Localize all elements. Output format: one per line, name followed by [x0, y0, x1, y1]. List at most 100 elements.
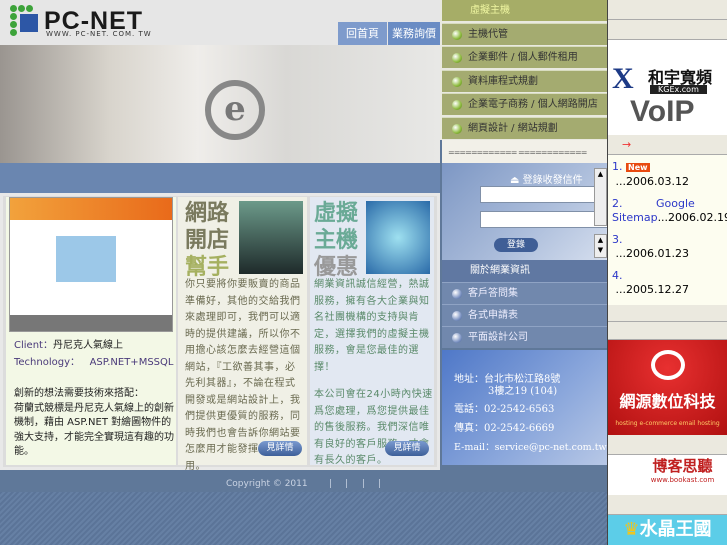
news-number: 3. — [612, 233, 623, 246]
bullet-icon — [452, 124, 462, 134]
tech-line: Technology： ASP.NET+MSSQL — [14, 353, 173, 368]
bookast-url: www.bookast.com — [650, 476, 715, 484]
title-line: 主機 — [314, 227, 359, 253]
x-logo-icon: X — [612, 62, 634, 95]
login-title: ⏏ 登錄收發信件 — [510, 175, 583, 186]
new-badge: New — [626, 163, 650, 172]
footer-separator: | — [378, 479, 382, 489]
address-line2: 3樓之19 (104) — [488, 386, 558, 397]
promo-hosting-photo — [366, 201, 430, 274]
password-input[interactable] — [480, 211, 610, 228]
menu-item-webdesign[interactable]: 網頁設計 / 網站規劃 — [442, 117, 607, 139]
footer-separator: | — [329, 479, 333, 489]
promo-shop-photo — [239, 201, 303, 274]
scroll-down-icon[interactable]: ▼ — [595, 245, 606, 255]
voip-url: KGEx.com — [650, 85, 707, 94]
about-item-forms[interactable]: 各式申請表 — [442, 304, 607, 326]
login-button[interactable]: 登錄 — [494, 238, 538, 252]
bullet-icon — [452, 30, 462, 40]
client-screenshot[interactable] — [9, 197, 173, 332]
about-item-design[interactable]: 平面設計公司 — [442, 326, 607, 348]
menu-item-ecommerce[interactable]: 企業電子商務 / 個人網路開店 — [442, 93, 607, 115]
news-number: 4. — [612, 269, 623, 282]
client-line: Client：丹尼克人氣線上 — [14, 336, 123, 351]
news-item[interactable]: 2. Google Sitemap...2006.02.19 — [612, 197, 727, 225]
copyright: Copyright © 2011 — [226, 479, 308, 489]
scrollbar-small[interactable]: ▲ ▼ — [594, 234, 607, 258]
hosting-details-button[interactable]: 見詳情 — [385, 441, 429, 456]
crystal-ad[interactable]: ♛水晶王國 — [608, 515, 727, 545]
hosting-text-1: 網業資訊誠信經營，熱誠服務，擁有各大企業與知名社團機構的支持與肯定，選擇我們的虛… — [314, 279, 430, 373]
hosting-ad[interactable]: 網源數位科技 hosting e-commerce email hosting — [608, 340, 727, 435]
menu-item-database[interactable]: 資料庫程式規劃 — [442, 70, 607, 92]
about-label: 客戶答問集 — [468, 288, 518, 299]
news-list: 1. New ...2006.03.12 2. Google Sitemap..… — [608, 155, 727, 305]
menu-header: 虛擬主機 — [442, 0, 607, 21]
login-title-text: 登錄收發信件 — [522, 175, 583, 186]
bullet-icon — [452, 289, 462, 299]
arrow-row[interactable]: → — [608, 135, 727, 155]
voip-ad[interactable]: X 和宇寬頻 KGEx.com VoIP — [608, 40, 727, 135]
showcase-desc: 創新的想法需要技術來搭配： 荷蘭式競標是丹尼克人氣線上的創新機制，藉由 ASP.N… — [14, 387, 174, 460]
red-brand: 網源數位科技 — [619, 392, 716, 411]
menu-label: 企業郵件 / 個人郵件租用 — [468, 52, 578, 63]
tech-value: ASP.NET+MSSQL — [89, 357, 174, 368]
news-date: ...2006.02.19 — [657, 211, 727, 224]
bookast-ad[interactable]: 博客思聽 www.bookast.com — [608, 455, 727, 495]
desc-title: 創新的想法需要技術來搭配： — [14, 388, 144, 399]
tab-quote[interactable]: 業務詢價 — [388, 22, 440, 45]
tab-home[interactable]: 回首頁 — [338, 22, 387, 45]
bookast-brand: 博客思聽 — [652, 457, 713, 475]
about-label: 平面設計公司 — [468, 332, 528, 343]
logo-url: WWW. PC-NET. COM. TW — [46, 30, 152, 38]
sidebar-bar — [608, 0, 727, 20]
client-label: Client： — [14, 340, 53, 351]
about-label: 各式申請表 — [468, 310, 518, 321]
contact-info: 地址：台北市松江路8號 3樓之19 (104) 電話：02-2542-6563 … — [442, 350, 607, 465]
sidebar-bar — [608, 495, 727, 515]
tech-label: Technology： — [14, 357, 81, 368]
bullet-icon — [452, 77, 462, 87]
bullet-icon — [452, 100, 462, 110]
email[interactable]: E-mail：service@pc-net.com.tw — [454, 439, 607, 453]
username-input[interactable] — [480, 186, 610, 203]
news-number: 2. — [612, 197, 623, 210]
about-item-faq[interactable]: 客戶答問集 — [442, 282, 607, 304]
divider: ============ ============ — [442, 140, 607, 163]
menu-item-colocation[interactable]: 主機代管 — [442, 23, 607, 45]
sidebar-bar — [608, 322, 727, 340]
sidebar-bar — [608, 20, 727, 40]
news-number: 1. — [612, 160, 623, 173]
about-header: 關於網業資訊 — [442, 260, 607, 282]
bullet-icon — [452, 311, 462, 321]
scroll-up-icon[interactable]: ▲ — [595, 169, 606, 179]
bullet-icon — [452, 333, 462, 343]
promo-hosting-title: 虛擬 主機 優惠 — [314, 200, 358, 281]
news-item[interactable]: 3. ...2006.01.23 — [612, 233, 723, 261]
news-date: ...2006.03.12 — [615, 175, 689, 188]
title-line: 開店 — [185, 227, 230, 253]
footer-separator: | — [345, 479, 349, 489]
voip-text: VoIP — [630, 95, 695, 128]
scroll-up-icon[interactable]: ▲ — [595, 235, 606, 245]
menu-label: 主機代管 — [468, 29, 508, 40]
title-line: 網路 — [185, 200, 230, 226]
footer-separator: | — [362, 479, 366, 489]
menu-label: 企業電子商務 / 個人網路開店 — [468, 99, 598, 110]
footer-pattern — [0, 492, 607, 545]
news-item[interactable]: 4. ...2005.12.27 — [612, 269, 723, 297]
bullet-icon — [452, 53, 462, 63]
e-logo-icon: e — [205, 80, 265, 140]
news-item[interactable]: 1. New ...2006.03.12 — [612, 160, 723, 189]
blue-strip — [0, 163, 440, 193]
globe-icon — [650, 350, 685, 380]
hosting-text-2: 本公司會在24小時內快速爲您處理，爲您提供最佳的售後服務。我們深信唯有良好的客戶… — [314, 389, 433, 466]
menu-item-mail[interactable]: 企業郵件 / 個人郵件租用 — [442, 46, 607, 68]
red-tags: hosting e-commerce email hosting — [615, 420, 720, 427]
shop-details-button[interactable]: 見詳情 — [258, 441, 302, 456]
fax: 傳真：02-2542-6669 — [454, 423, 555, 434]
crystal-brand: 水晶王國 — [639, 519, 712, 540]
menu-label: 資料庫程式規劃 — [468, 76, 538, 87]
scrollbar[interactable]: ▲ — [594, 168, 607, 226]
news-date: ...2005.12.27 — [615, 283, 689, 296]
